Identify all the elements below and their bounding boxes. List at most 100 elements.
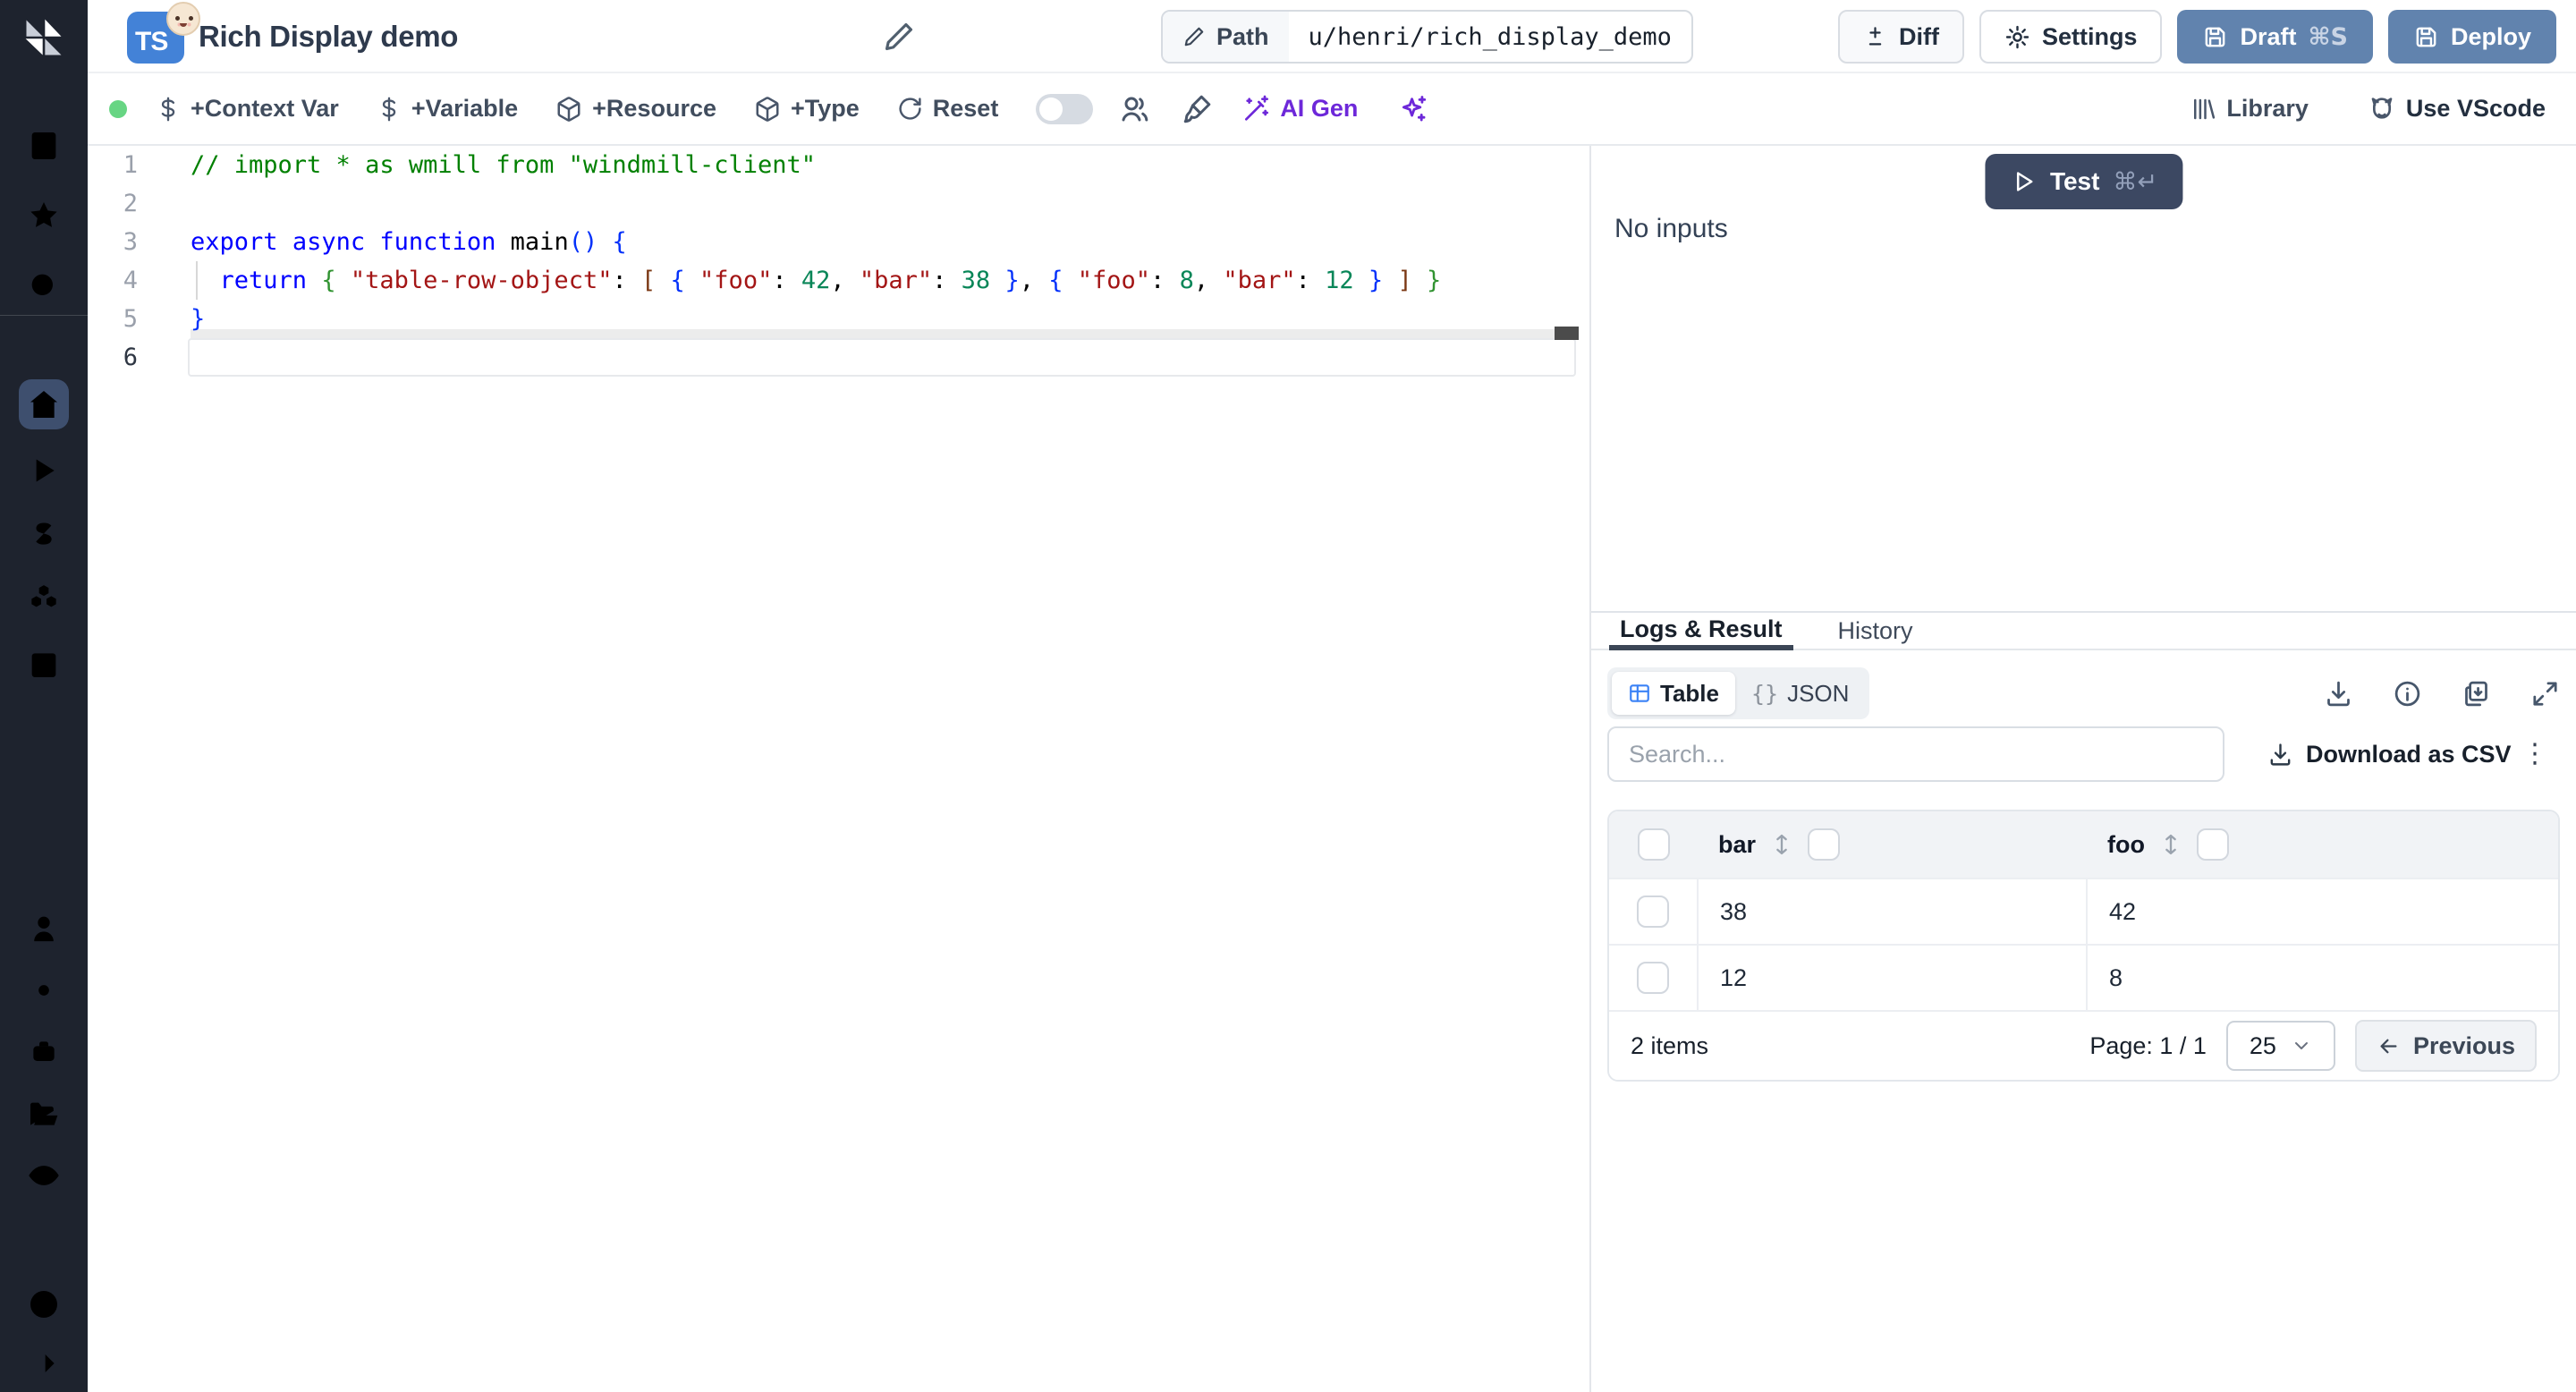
schedules-calendar-icon[interactable] bbox=[26, 646, 62, 682]
buildings-icon[interactable] bbox=[26, 128, 62, 164]
folders-icon[interactable] bbox=[26, 1097, 62, 1133]
star-icon[interactable] bbox=[26, 198, 62, 233]
table-header: bar foo bbox=[1609, 811, 2558, 878]
settings-label: Settings bbox=[2041, 22, 2138, 50]
page-size-select[interactable]: 25 bbox=[2225, 1021, 2335, 1071]
download-csv-button[interactable]: Download as CSV bbox=[2267, 726, 2512, 782]
add-context-var-button[interactable]: +Context Var bbox=[156, 95, 339, 123]
ai-gen-button[interactable]: AI Gen bbox=[1241, 95, 1358, 123]
use-vscode-label: Use VScode bbox=[2405, 95, 2546, 122]
code-line[interactable]: 5} bbox=[88, 300, 1589, 338]
bar-column-checkbox[interactable] bbox=[1808, 828, 1841, 861]
tab-history[interactable]: History bbox=[1827, 613, 1924, 649]
bar-column-label: bar bbox=[1718, 830, 1757, 858]
search-input[interactable] bbox=[1607, 726, 2224, 782]
sparkles-icon[interactable] bbox=[1395, 91, 1431, 127]
settings-gear-icon[interactable] bbox=[26, 972, 62, 1008]
help-icon[interactable] bbox=[26, 1286, 62, 1322]
draft-shortcut: ⌘S bbox=[2308, 22, 2348, 51]
header-actions: Diff Settings Draft ⌘S Deploy bbox=[1837, 10, 2556, 64]
view-mode-json[interactable]: {} JSON bbox=[1735, 672, 1865, 715]
page-title: Rich Display demo bbox=[199, 20, 459, 53]
path-value: u/henri/rich_display_demo bbox=[1308, 22, 1672, 51]
line-number: 2 bbox=[123, 190, 138, 217]
copy-result-clipboard-icon[interactable] bbox=[2462, 679, 2491, 709]
no-inputs-text: No inputs bbox=[1614, 214, 1728, 243]
table-options-kebab-icon[interactable]: ⋮ bbox=[2515, 734, 2555, 773]
toolbar-right: Library Use VScode bbox=[2190, 95, 2546, 123]
use-vscode-button[interactable]: Use VScode bbox=[2368, 95, 2546, 123]
variables-dollar-icon[interactable] bbox=[26, 517, 62, 553]
foo-column-checkbox[interactable] bbox=[2196, 828, 2229, 861]
runs-play-icon[interactable] bbox=[26, 453, 62, 488]
search-icon[interactable] bbox=[26, 268, 62, 304]
audit-eye-icon[interactable] bbox=[26, 1158, 62, 1193]
home-icon bbox=[30, 391, 57, 418]
sort-foo-icon[interactable] bbox=[2158, 832, 2183, 857]
code-line[interactable]: 2 bbox=[88, 184, 1589, 223]
previous-page-button[interactable]: Previous bbox=[2354, 1020, 2537, 1072]
workers-bot-icon[interactable] bbox=[26, 1034, 62, 1070]
code-line[interactable]: 6 bbox=[88, 338, 1589, 377]
expand-fullscreen-icon[interactable] bbox=[2530, 679, 2560, 709]
info-icon[interactable] bbox=[2393, 679, 2422, 709]
code-line[interactable]: 1// import * as wmill from "windmill-cli… bbox=[88, 146, 1589, 184]
json-mode-label: JSON bbox=[1787, 679, 1850, 707]
table-search-row: Download as CSV ⋮ bbox=[1607, 726, 2560, 782]
settings-button[interactable]: Settings bbox=[1979, 10, 2163, 64]
status-dot bbox=[109, 99, 127, 118]
table-row[interactable]: 12 8 bbox=[1609, 944, 2558, 1010]
test-button[interactable]: Test ⌘↵ bbox=[1984, 154, 2183, 209]
chevron-down-icon bbox=[2294, 1042, 2308, 1049]
reset-button[interactable]: Reset bbox=[897, 95, 999, 123]
reset-label: Reset bbox=[932, 95, 999, 122]
windmill-logo-icon[interactable] bbox=[21, 14, 67, 61]
view-mode-table[interactable]: Table bbox=[1612, 672, 1735, 715]
edit-title-pencil-icon[interactable] bbox=[882, 20, 916, 54]
select-all-checkbox[interactable] bbox=[1638, 828, 1670, 861]
format-brush-icon[interactable] bbox=[1179, 91, 1215, 127]
draft-button[interactable]: Draft ⌘S bbox=[2177, 10, 2373, 64]
column-header-foo: foo bbox=[2088, 811, 2558, 878]
table-grid-icon bbox=[1630, 684, 1649, 702]
row-checkbox[interactable] bbox=[1637, 962, 1669, 994]
sidebar-item-home[interactable] bbox=[19, 379, 69, 429]
line-number: 5 bbox=[123, 305, 138, 333]
table-cell: 42 bbox=[2109, 897, 2137, 925]
previous-label: Previous bbox=[2412, 1031, 2515, 1059]
package-icon bbox=[756, 96, 779, 122]
sort-bar-icon[interactable] bbox=[1769, 832, 1794, 857]
table-row[interactable]: 38 42 bbox=[1609, 878, 2558, 944]
library-button[interactable]: Library bbox=[2190, 95, 2309, 123]
json-braces-icon: {} bbox=[1750, 680, 1779, 707]
script-emoji-icon bbox=[166, 2, 200, 36]
wand-sparkles-icon bbox=[1245, 95, 1269, 121]
code-line[interactable]: 4 return { "table-row-object": [ { "foo"… bbox=[88, 261, 1589, 300]
deploy-button[interactable]: Deploy bbox=[2387, 10, 2556, 64]
line-number: 6 bbox=[123, 344, 138, 371]
add-resource-button[interactable]: +Resource bbox=[555, 95, 716, 123]
code-editor[interactable]: 1// import * as wmill from "windmill-cli… bbox=[88, 146, 1589, 1392]
add-type-button[interactable]: +Type bbox=[754, 95, 860, 123]
tab-logs-and-result[interactable]: Logs & Result bbox=[1609, 613, 1793, 650]
arrow-left-icon bbox=[2380, 1039, 2397, 1053]
row-checkbox[interactable] bbox=[1637, 895, 1669, 928]
context-var-label: +Context Var bbox=[191, 95, 339, 122]
user-icon[interactable] bbox=[26, 911, 62, 946]
diff-mode-toggle[interactable] bbox=[1036, 93, 1094, 124]
line-number: 3 bbox=[123, 228, 138, 256]
column-header-bar: bar bbox=[1699, 811, 2088, 878]
diff-button[interactable]: Diff bbox=[1837, 10, 1964, 64]
code-line[interactable]: 3 export async function main() { bbox=[88, 223, 1589, 261]
result-table: bar foo 38 42 12 8 2 items Page: 1 / 1 2… bbox=[1607, 810, 2560, 1082]
line-number: 1 bbox=[123, 151, 138, 179]
download-result-icon[interactable] bbox=[2324, 679, 2353, 709]
diff-icon bbox=[1868, 26, 1882, 45]
page-label: Page: 1 / 1 bbox=[2089, 1031, 2207, 1059]
multiplayer-users-icon[interactable] bbox=[1116, 91, 1152, 127]
expand-sidebar-arrow-icon[interactable] bbox=[26, 1345, 62, 1381]
path-control[interactable]: Path u/henri/rich_display_demo bbox=[1161, 10, 1693, 64]
resources-boxes-icon[interactable] bbox=[26, 581, 62, 617]
preview-panel: Test ⌘↵ No inputs Logs & Result History … bbox=[1591, 146, 2576, 1392]
add-variable-button[interactable]: +Variable bbox=[377, 95, 518, 123]
